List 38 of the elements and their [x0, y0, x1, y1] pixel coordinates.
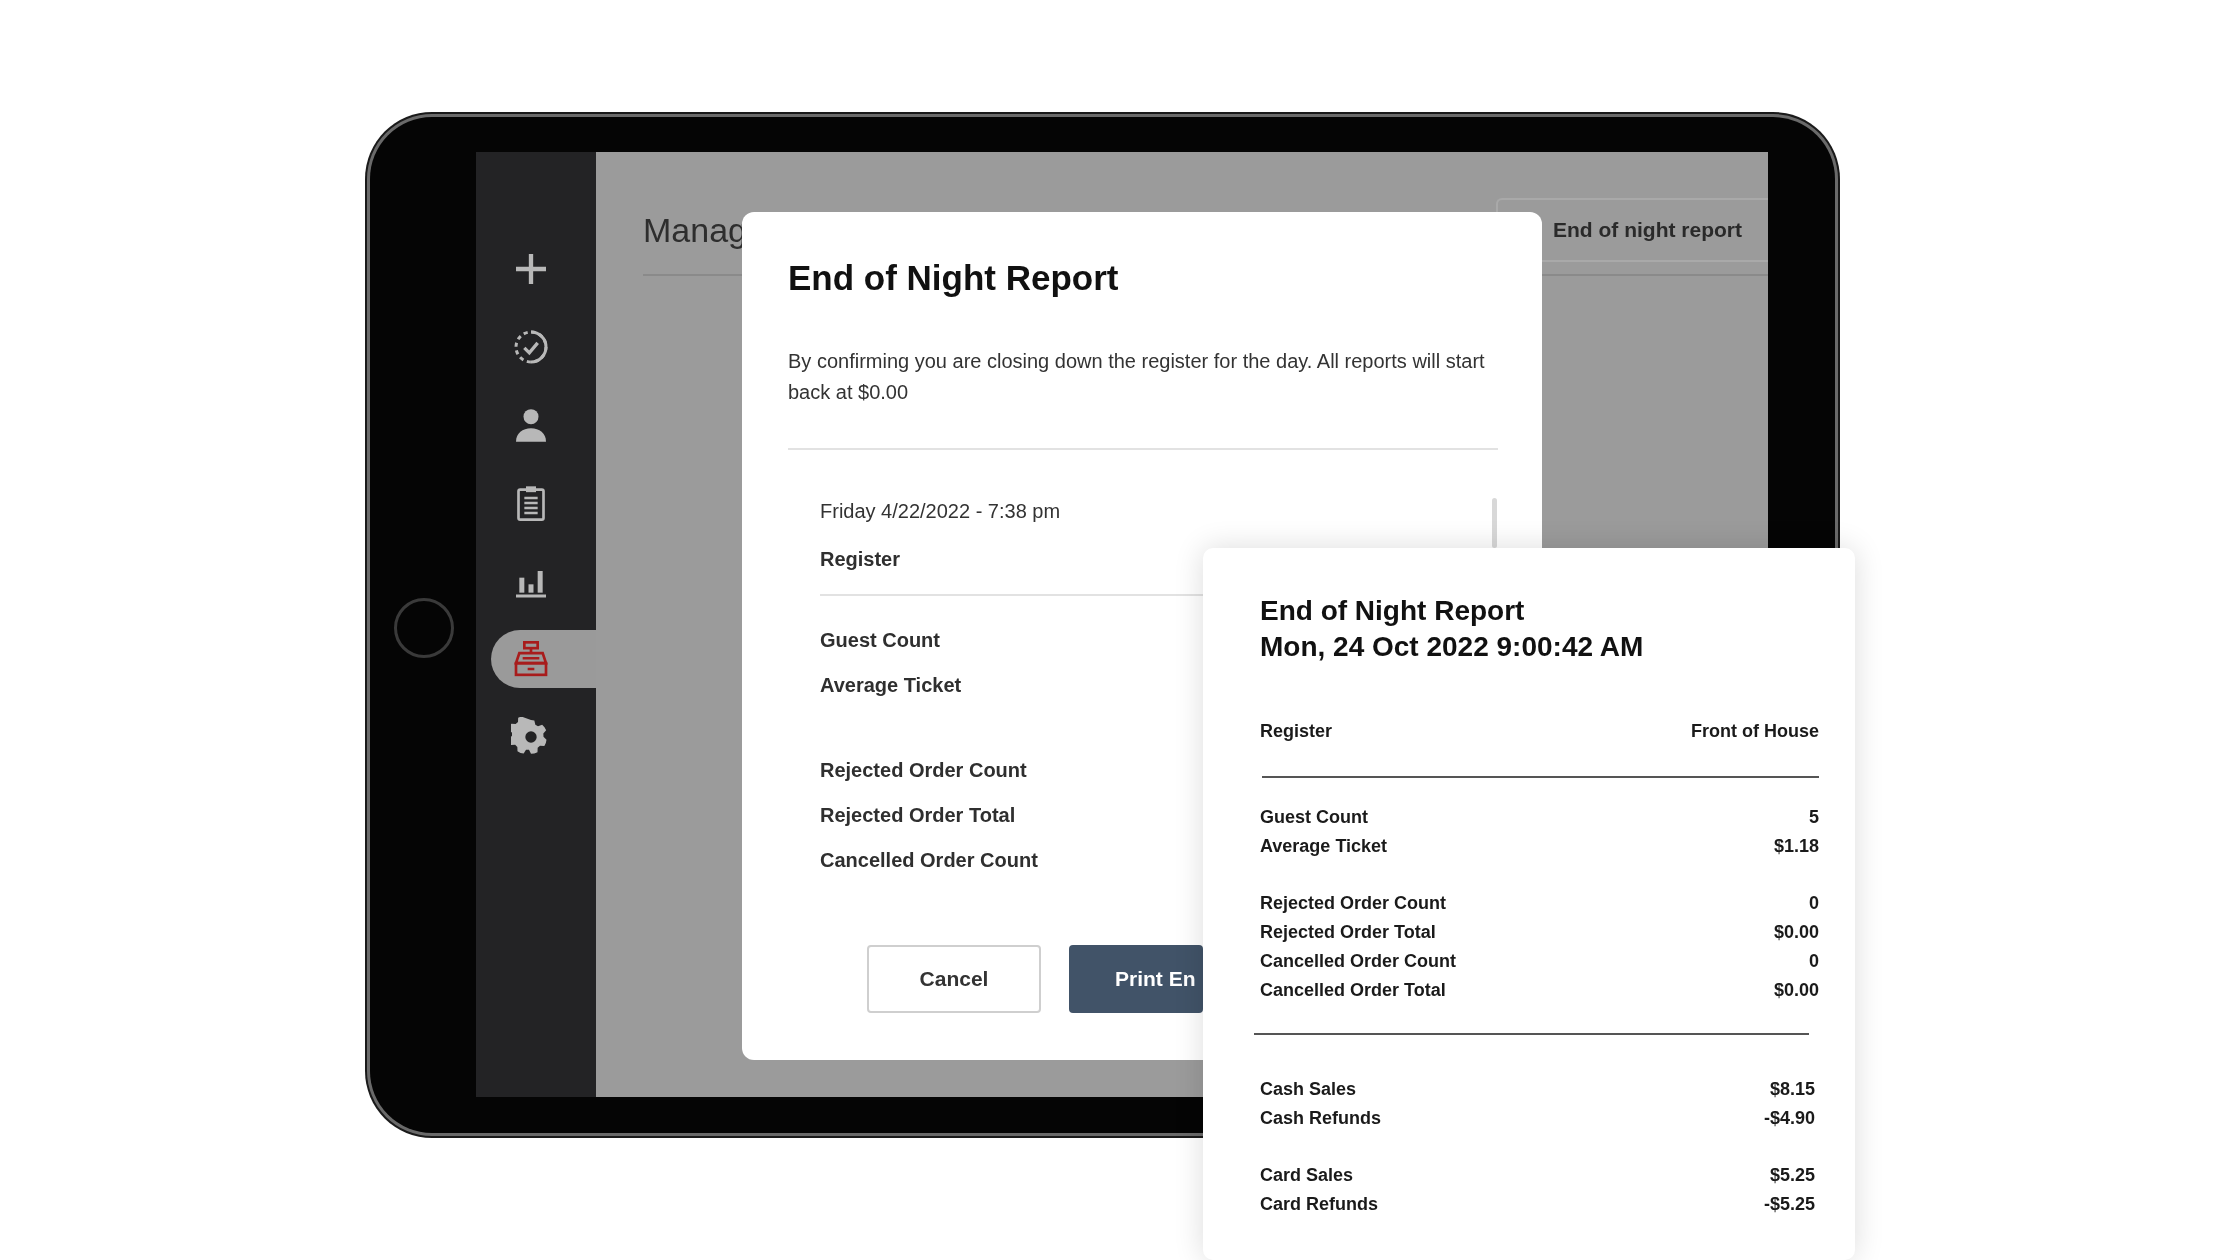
register-label: Register	[820, 547, 901, 572]
stat-label: Rejected Order Count	[820, 758, 1027, 783]
stat-value: $1.18	[1773, 835, 1819, 858]
register-value: Front of House	[1691, 720, 1819, 743]
stat-value: 5	[1809, 806, 1819, 829]
cancel-button[interactable]: Cancel	[867, 945, 1041, 1013]
modal-title: End of Night Report	[788, 258, 1120, 298]
stat-label: Card Sales	[1260, 1164, 1354, 1187]
stat-label: Average Ticket	[1260, 835, 1388, 858]
stat-label: Cancelled Order Total	[1260, 979, 1446, 1002]
stat-label: Card Refunds	[1260, 1193, 1378, 1216]
stat-value: $0.00	[1773, 979, 1819, 1002]
stat-label: Cash Refunds	[1260, 1107, 1382, 1130]
stat-label: Guest Count	[1260, 806, 1368, 829]
stat-value: 0	[1809, 892, 1819, 915]
stat-label: Rejected Order Total	[1260, 921, 1436, 944]
modal-message: By confirming you are closing down the register for the day. All reports will start back at $0.00	[788, 349, 1486, 405]
receipt-timestamp: Mon, 24 Oct 2022 9:00:42 AM	[1260, 630, 1645, 664]
sidebar-item[interactable]	[491, 630, 596, 688]
stat-label: Cancelled Order Count	[820, 848, 1038, 873]
stat-value: -$4.90	[1763, 1107, 1815, 1130]
cash-register-icon	[511, 639, 551, 679]
print-button[interactable]: Print En	[1069, 945, 1203, 1013]
stat-label: Guest Count	[820, 628, 940, 653]
stat-value: 0	[1809, 950, 1819, 973]
stat-label: Cancelled Order Count	[1260, 950, 1457, 973]
stat-value: $5.25	[1769, 1164, 1815, 1187]
stat-value: -$5.25	[1763, 1193, 1815, 1216]
stat-label: Cash Sales	[1260, 1078, 1357, 1101]
scrollbar	[1492, 498, 1497, 548]
register-label: Register	[1260, 720, 1333, 743]
stat-label: Rejected Order Total	[820, 803, 1016, 828]
stat-label: Average Ticket	[820, 673, 962, 698]
report-date: Friday 4/22/2022 - 7:38 pm	[820, 500, 1062, 523]
stat-label: Rejected Order Count	[1260, 892, 1447, 915]
receipt-title: End of Night Report	[1260, 594, 1526, 628]
stat-value: $0.00	[1773, 921, 1819, 944]
stat-value: $8.15	[1769, 1078, 1815, 1101]
